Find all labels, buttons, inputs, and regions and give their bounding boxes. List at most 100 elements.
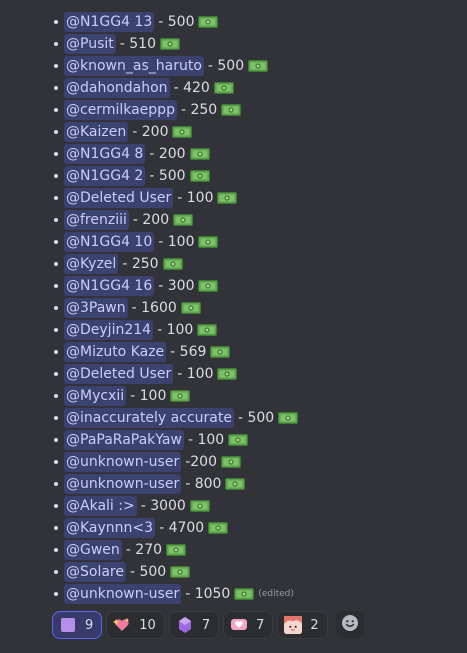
list-item: @Gwen - 270 [50,539,298,561]
money-icon [213,82,234,94]
bullet [54,460,58,464]
money-icon [198,16,219,28]
user-mention[interactable]: @Solare [64,562,126,582]
bullet [54,196,58,200]
reaction-pink-heart[interactable]: 7 [223,611,274,639]
reaction-count: 7 [256,617,265,633]
user-mention[interactable]: @3Pawn [64,298,128,318]
bullet [54,548,58,552]
money-icon [162,258,183,270]
amount: - 250 [180,102,218,118]
bullet [54,86,58,90]
money-icon [170,566,191,578]
user-mention[interactable]: @unknown-user [64,474,182,494]
reaction-bar: 9 10 7 7 2 [52,611,364,639]
bullet [54,394,58,398]
user-mention[interactable]: @Kaynnn<3 [64,518,156,538]
money-icon [180,302,201,314]
user-mention[interactable]: @known_as_haruto [64,56,204,76]
smiley-icon [341,614,359,636]
user-mention[interactable]: @Gwen [64,540,122,560]
bullet [54,438,58,442]
money-icon [220,456,241,468]
list-item: @N1GG4 2 - 500 [50,165,298,187]
list-item: @Solare - 500 [50,561,298,583]
user-mention[interactable]: @Akali :> [64,496,137,516]
user-mention[interactable]: @Kaizen [64,122,129,142]
amount: - 100 [177,366,214,382]
user-mention[interactable]: @Deyjin214 [64,320,154,340]
add-reaction-button[interactable] [335,611,364,639]
amount: - 200 [149,146,186,162]
bullet [54,372,58,376]
user-mention[interactable]: @Deleted User [64,188,174,208]
user-mention[interactable]: @Mycxii [64,386,127,406]
bullet [54,42,58,46]
list-item: @Deleted User - 100 [50,187,298,209]
user-mention[interactable]: @PaPaRaPakYaw [64,430,184,450]
user-mention[interactable]: @unknown-user [64,584,182,604]
reaction-avatar-face[interactable]: 2 [277,611,328,639]
bullet [54,306,58,310]
list-item: @Kyzel - 250 [50,253,298,275]
money-icon [217,192,238,204]
user-mention[interactable]: @dahondahon [64,78,170,98]
amount: - 500 [129,564,167,580]
bullet [54,592,58,596]
amount: - 3000 [140,498,186,514]
user-mention[interactable]: @Mizuto Kaze [64,342,167,362]
user-mention[interactable]: @N1GG4 16 [64,276,155,296]
user-mention[interactable]: @unknown-user [64,452,182,472]
reaction-count: 9 [85,617,94,633]
money-icon [225,478,246,490]
reaction-count: 2 [310,617,319,633]
list-item: @dahondahon - 420 [50,77,298,99]
money-icon [210,346,231,358]
amount: - 500 [149,168,186,184]
money-icon [189,170,210,182]
list-item: @inaccurately accurate - 500 [50,407,299,429]
user-mention[interactable]: @N1GG4 8 [64,144,146,164]
user-mention[interactable]: @N1GG4 10 [64,232,155,252]
user-mention[interactable]: @N1GG4 2 [64,166,146,186]
list-item: @N1GG4 8 - 200 [50,143,298,165]
list-item: @frenziii - 200 [50,209,298,231]
user-mention[interactable]: @Pusit [64,34,116,54]
bullet [54,262,58,266]
list-item: @Akali :> - 3000 [50,495,298,517]
bullet [54,570,58,574]
money-icon [228,434,249,446]
reaction-purple-gem[interactable]: 7 [168,611,220,639]
user-mention[interactable]: @Deleted User [64,364,174,384]
payment-list: @N1GG4 13- 500 @Pusit - 510 @known_as_ha… [50,11,299,605]
money-icon [208,522,229,534]
amount: - 100 [158,234,195,250]
list-item: @PaPaRaPakYaw - 100 [50,429,298,451]
bullet [54,416,58,420]
list-item: @known_as_haruto - 500 [50,55,298,77]
user-mention[interactable]: @cermilkaeppp [64,100,177,120]
list-item: @3Pawn - 1600 [50,297,298,319]
amount: - 1600 [131,300,177,316]
amount: - 250 [122,256,159,272]
bullet [54,64,58,68]
bullet [54,240,58,244]
user-mention[interactable]: @inaccurately accurate [64,408,234,428]
money-icon [173,214,194,226]
amount: - 500 [237,410,275,426]
list-item: @N1GG4 10 - 100 [50,231,298,253]
reaction-heart-stars[interactable]: 10 [106,611,165,639]
amount: - 100 [187,432,225,448]
amount: - 270 [125,542,163,558]
user-mention[interactable]: @N1GG4 13 [64,12,155,32]
reaction-purple-square[interactable]: 9 [52,611,103,639]
user-mention[interactable]: @Kyzel [64,254,119,274]
purple-gem-icon [176,616,194,634]
list-item: @Mizuto Kaze - 569 [50,341,298,363]
amount: - 100 [177,190,214,206]
amount: - 800 [185,476,222,492]
list-item: @Mycxii - 100 [50,385,298,407]
bullet [54,350,58,354]
user-mention[interactable]: @frenziii [64,210,129,230]
list-item: @cermilkaeppp - 250 [50,99,298,121]
